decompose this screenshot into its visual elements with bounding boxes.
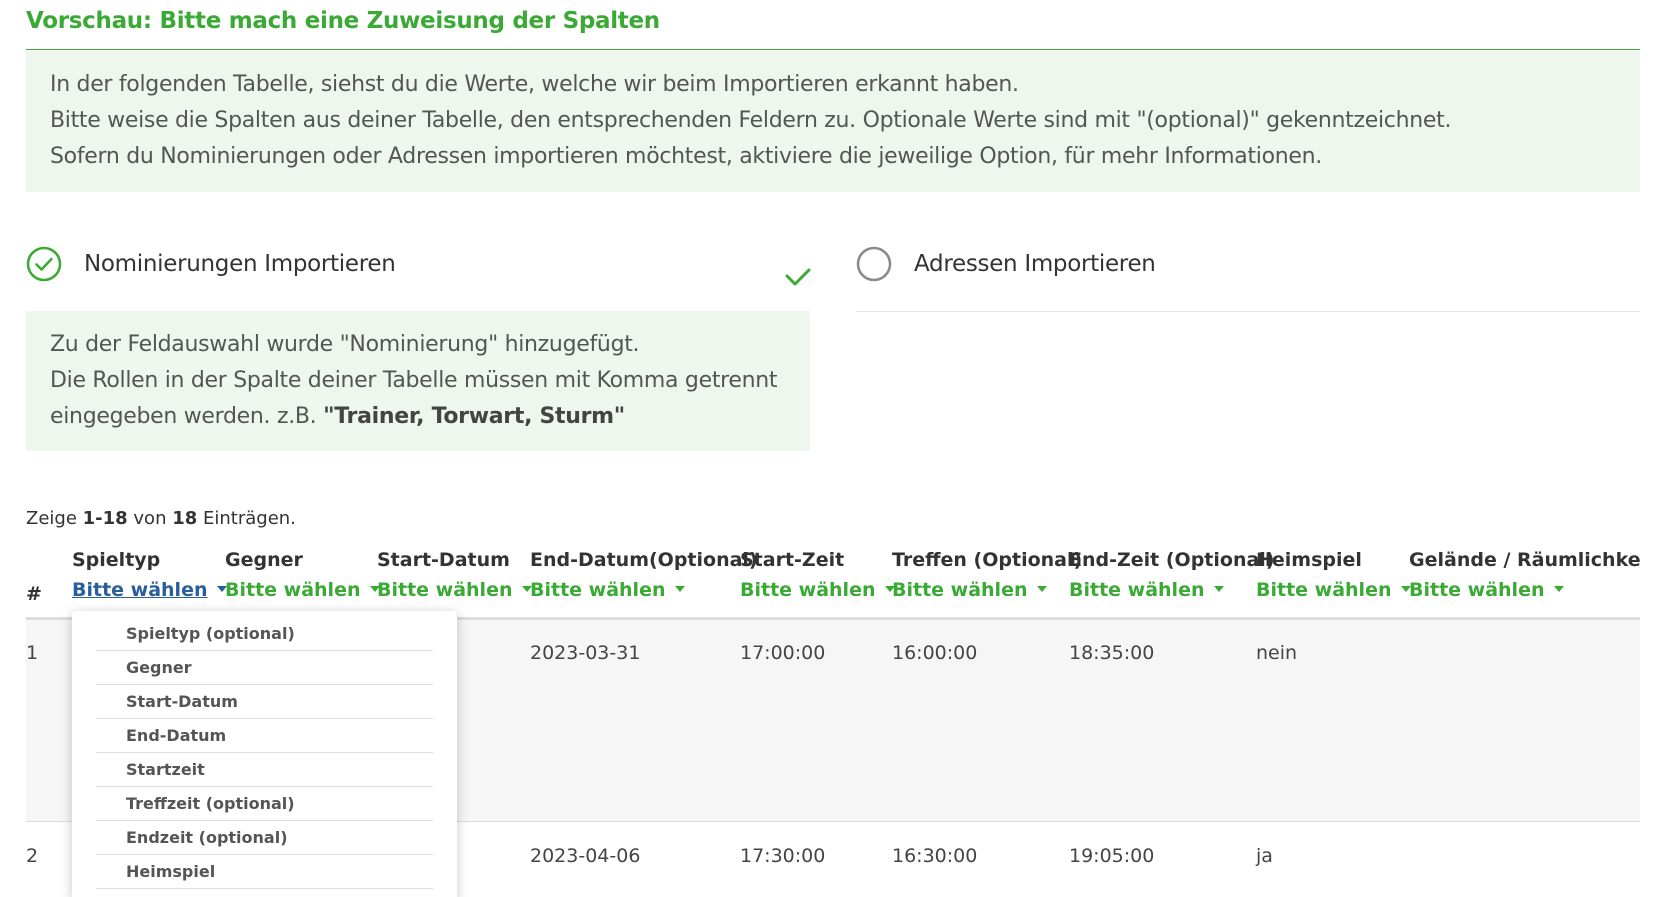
column-title: Start-Datum [377, 549, 510, 571]
column-select-gelaende[interactable]: Bitte wählen [1409, 579, 1564, 601]
column-title: Gelände / Räumlichkeit [1409, 549, 1640, 571]
empty-circle-icon [856, 246, 892, 282]
info-line: In der folgenden Tabelle, siehst du die … [50, 72, 1019, 97]
dropdown-item[interactable]: End-Datum [96, 719, 433, 753]
column-title: Treffen (Optional) [892, 549, 1083, 571]
adressen-label: Adressen Importieren [914, 251, 1156, 277]
select-label: Bitte wählen [1069, 579, 1205, 601]
checkmark-icon [784, 266, 812, 288]
summary-prefix: Zeige [26, 508, 83, 529]
adressen-divider [856, 311, 1640, 312]
nominierung-info-box: Zu der Feldauswahl wurde "Nominierung" h… [26, 311, 810, 451]
dropdown-item[interactable]: Gegner [96, 651, 433, 685]
select-label: Bitte wählen [740, 579, 876, 601]
dropdown-item[interactable]: Treffzeit (optional) [96, 787, 433, 821]
column-select-end-datum[interactable]: Bitte wählen [530, 579, 685, 601]
cell-heimspiel: ja [1256, 845, 1273, 867]
cell-end-datum: 2023-03-31 [530, 642, 641, 664]
summary-suffix: Einträgen. [197, 508, 296, 529]
info-line: Bitte weise die Spalten aus deiner Tabel… [50, 108, 1452, 133]
dropdown-item[interactable]: Endzeit (optional) [96, 821, 433, 855]
nominierung-example: "Trainer, Torwart, Sturm" [323, 404, 625, 429]
cell-start-zeit: 17:00:00 [740, 642, 826, 664]
dropdown-item[interactable]: Heimspiel [96, 855, 433, 889]
cell-treffen: 16:30:00 [892, 845, 978, 867]
column-title: End-Datum(Optional) [530, 549, 758, 571]
cell-treffen: 16:00:00 [892, 642, 978, 664]
select-label: Bitte wählen [1256, 579, 1392, 601]
cell-heimspiel: nein [1256, 642, 1298, 664]
row-number: 1 [26, 642, 39, 664]
caret-down-icon [1553, 585, 1564, 592]
summary-middle: von [127, 508, 173, 529]
caret-down-icon [1213, 585, 1224, 592]
dropdown-item[interactable]: Startzeit [96, 753, 433, 787]
dropdown-item[interactable]: Start-Datum [96, 685, 433, 719]
column-select-gegner[interactable]: Bitte wählen [225, 579, 380, 601]
column-title: Gegner [225, 549, 303, 571]
column-title: End-Zeit (Optional) [1069, 549, 1275, 571]
cell-end-datum: 2023-04-06 [530, 845, 641, 867]
column-select-start-datum[interactable]: Bitte wählen [377, 579, 532, 601]
row-number: 2 [26, 845, 39, 867]
page-title: Vorschau: Bitte mach eine Zuweisung der … [26, 8, 660, 34]
nominierung-info-text: eingegeben werden. z.B. [50, 404, 324, 429]
summary-total: 18 [172, 508, 198, 529]
cell-start-zeit: 17:30:00 [740, 845, 826, 867]
nominierungen-label: Nominierungen Importieren [84, 251, 396, 277]
cell-end-zeit: 19:05:00 [1069, 845, 1155, 867]
nominierung-info-line: Die Rollen in der Spalte deiner Tabelle … [50, 368, 778, 393]
info-line: Sofern du Nominierungen oder Adressen im… [50, 144, 1322, 169]
nominierung-info-line: Zu der Feldauswahl wurde "Nominierung" h… [50, 332, 640, 357]
column-title: Spieltyp [72, 549, 161, 571]
summary-range: 1-18 [82, 508, 128, 529]
cell-end-zeit: 18:35:00 [1069, 642, 1155, 664]
check-circle-icon [26, 246, 62, 282]
column-select-end-zeit[interactable]: Bitte wählen [1069, 579, 1224, 601]
select-label: Bitte wählen [1409, 579, 1545, 601]
column-select-heimspiel[interactable]: Bitte wählen [1256, 579, 1411, 601]
column-select-treffen[interactable]: Bitte wählen [892, 579, 1047, 601]
nominierungen-option[interactable]: Nominierungen Importieren [26, 243, 396, 285]
select-label: Bitte wählen [892, 579, 1028, 601]
adressen-option[interactable]: Adressen Importieren [856, 243, 1156, 285]
column-mapping-dropdown: Spieltyp (optional) Gegner Start-Datum E… [72, 611, 457, 897]
column-select-start-zeit[interactable]: Bitte wählen [740, 579, 895, 601]
column-title: Start-Zeit [740, 549, 845, 571]
select-label: Bitte wählen [530, 579, 666, 601]
entries-summary: Zeige 1-18 von 18 Einträgen. [26, 508, 296, 529]
column-header-number: # [26, 583, 42, 605]
dropdown-item[interactable]: Spieltyp (optional) [96, 617, 433, 651]
caret-down-icon [674, 585, 685, 592]
title-divider [26, 49, 1640, 50]
select-label: Bitte wählen [225, 579, 361, 601]
select-label: Bitte wählen [377, 579, 513, 601]
select-label: Bitte wählen [72, 579, 208, 601]
nominierung-info-line: eingegeben werden. z.B. "Trainer, Torwar… [50, 399, 786, 435]
column-select-spieltyp[interactable]: Bitte wählen [72, 579, 227, 601]
column-title: Heimspiel [1256, 549, 1362, 571]
caret-down-icon [1036, 585, 1047, 592]
info-box: In der folgenden Tabelle, siehst du die … [26, 51, 1640, 192]
